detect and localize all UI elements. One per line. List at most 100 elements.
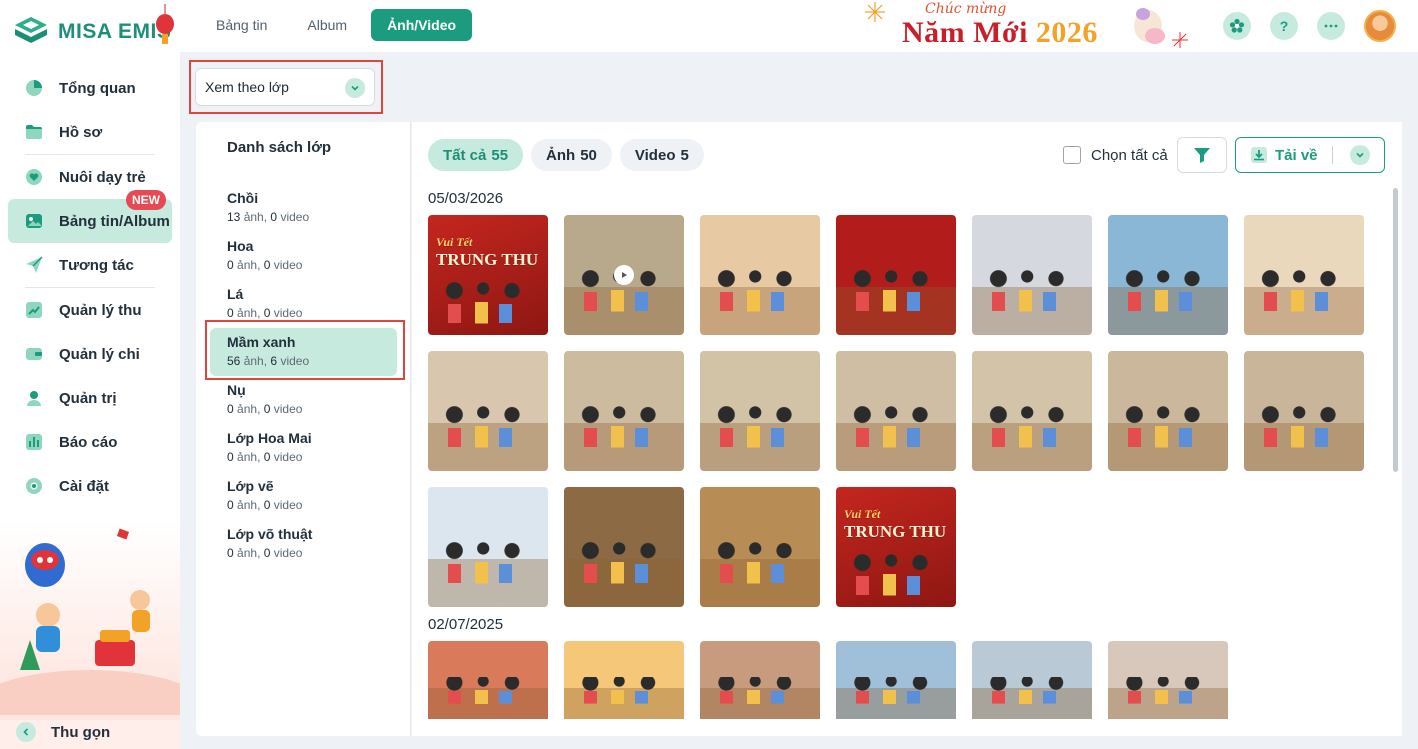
- video-count: 6: [270, 354, 278, 368]
- video-count: 0: [263, 498, 271, 512]
- chevron-down-icon: [345, 78, 365, 98]
- thumbnail-figures: [1256, 270, 1352, 314]
- photo-thumbnail[interactable]: [700, 215, 820, 335]
- photo-unit: ảnh: [237, 402, 258, 416]
- photo-thumbnail[interactable]: [1108, 215, 1228, 335]
- photo-thumbnail[interactable]: [972, 215, 1092, 335]
- video-thumbnail[interactable]: [564, 215, 684, 335]
- photo-thumbnail[interactable]: [1244, 215, 1364, 335]
- download-icon: [1251, 147, 1267, 163]
- more-icon[interactable]: [1317, 12, 1345, 40]
- video-count: 0: [263, 402, 271, 416]
- photo-unit: ảnh: [237, 258, 258, 272]
- chip-photos[interactable]: Ảnh 50: [531, 139, 612, 171]
- collapse-sidebar-button[interactable]: Thu gọn: [0, 715, 180, 749]
- download-divider: [1332, 146, 1333, 164]
- photo-thumbnail[interactable]: [700, 351, 820, 471]
- video-unit: video: [280, 210, 310, 224]
- photo-thumbnail[interactable]: [836, 215, 956, 335]
- sidebar-item-tuong-tac[interactable]: Tương tác: [8, 243, 172, 287]
- photo-thumbnail[interactable]: [428, 641, 548, 719]
- video-count: 0: [270, 210, 278, 224]
- class-list-title: Danh sách lớp: [227, 139, 332, 156]
- sidebar-item-bao-cao[interactable]: Báo cáo: [8, 420, 172, 464]
- class-list-panel: Danh sách lớp Chồi 13 ảnh, 0 video Hoa 0 ản…: [196, 122, 411, 736]
- photo-thumbnail[interactable]: [428, 351, 548, 471]
- tab-album[interactable]: Album: [291, 9, 363, 41]
- photo-thumbnail[interactable]: [564, 487, 684, 607]
- class-item[interactable]: Chồi 13 ảnh, 0 video: [210, 184, 397, 232]
- select-all-toggle[interactable]: Chọn tất cả: [1063, 146, 1168, 164]
- video-unit: video: [273, 258, 303, 272]
- class-item[interactable]: Lớp vẽ 0 ảnh, 0 video: [210, 472, 397, 520]
- photo-thumbnail[interactable]: [1244, 351, 1364, 471]
- chevron-down-icon[interactable]: [1350, 145, 1370, 165]
- sidebar-item-tong-quan[interactable]: Tổng quan: [8, 66, 172, 110]
- trend-up-icon: [24, 300, 44, 320]
- thumbnail-figures: [984, 270, 1080, 314]
- chip-videos[interactable]: Video 5: [619, 139, 704, 171]
- sidebar-item-quan-ly-thu[interactable]: Quản lý thu: [8, 288, 172, 332]
- thumbnail-figures: [1256, 406, 1352, 450]
- video-count: 0: [263, 450, 271, 464]
- gear-icon: [24, 476, 44, 496]
- photo-thumbnail[interactable]: [836, 351, 956, 471]
- photo-thumbnail[interactable]: [700, 487, 820, 607]
- sidebar-item-quan-tri[interactable]: Quản trị: [8, 376, 172, 420]
- sidebar-item-quan-ly-chi[interactable]: Quản lý chi: [8, 332, 172, 376]
- thumbnail-figures: [1120, 676, 1216, 705]
- photo-thumbnail[interactable]: [1108, 351, 1228, 471]
- photo-thumbnail[interactable]: [428, 487, 548, 607]
- view-by-select[interactable]: Xem theo lớp: [195, 68, 375, 106]
- app-logo[interactable]: MISA EMIS: [12, 14, 171, 50]
- thumbnail-figures: [712, 676, 808, 705]
- gallery-scrollbar[interactable]: [1393, 188, 1398, 472]
- photo-count: 0: [227, 402, 234, 416]
- avatar[interactable]: [1364, 10, 1396, 42]
- photo-thumbnail[interactable]: [836, 641, 956, 719]
- bar-chart-icon: [24, 432, 44, 452]
- photo-thumbnail[interactable]: Vui Tết TRUNG THU: [836, 487, 956, 607]
- admin-icon: [24, 388, 44, 408]
- filter-button[interactable]: [1177, 137, 1227, 173]
- chip-all[interactable]: Tất cả 55: [428, 139, 524, 171]
- thumbnail-figures: [848, 406, 944, 450]
- chip-label: Video: [634, 146, 676, 164]
- sidebar-item-cai-dat[interactable]: Cài đặt: [8, 464, 172, 508]
- sidebar-item-label: Quản trị: [59, 389, 117, 407]
- chip-label: Ảnh: [546, 146, 576, 164]
- photo-thumbnail[interactable]: [972, 351, 1092, 471]
- photo-thumbnail[interactable]: [700, 641, 820, 719]
- lantern-decoration: [156, 4, 174, 44]
- sidebar-item-ho-so[interactable]: Hồ sơ: [8, 110, 172, 154]
- tab-anh-video[interactable]: Ảnh/Video: [371, 9, 473, 41]
- class-media-count: 0 ảnh, 0 video: [227, 402, 303, 416]
- class-item[interactable]: Lớp Hoa Mai 0 ảnh, 0 video: [210, 424, 397, 472]
- photo-count: 13: [227, 210, 241, 224]
- video-unit: video: [273, 498, 303, 512]
- class-item[interactable]: Hoa 0 ảnh, 0 video: [210, 232, 397, 280]
- photo-thumbnail[interactable]: [1108, 641, 1228, 719]
- class-name: Lớp Hoa Mai: [227, 430, 312, 446]
- class-item[interactable]: Mầm xanh 56 ảnh, 6 video: [210, 328, 397, 376]
- select-all-checkbox[interactable]: [1063, 146, 1081, 164]
- download-button[interactable]: Tải về: [1235, 137, 1385, 173]
- class-item[interactable]: Lớp võ thuật 0 ảnh, 0 video: [210, 520, 397, 568]
- photo-count: 0: [227, 546, 234, 560]
- video-unit: video: [273, 450, 303, 464]
- class-item[interactable]: Nụ 0 ảnh, 0 video: [210, 376, 397, 424]
- flower-icon[interactable]: [1223, 12, 1251, 40]
- photo-thumbnail[interactable]: [564, 351, 684, 471]
- class-item[interactable]: Lá 0 ảnh, 0 video: [210, 280, 397, 328]
- folder-icon: [24, 122, 44, 142]
- class-media-count: 13 ảnh, 0 video: [227, 210, 310, 224]
- sidebar-item-bang-tin-album[interactable]: Bảng tin/Album NEW: [8, 190, 172, 243]
- photo-thumbnail[interactable]: [972, 641, 1092, 719]
- chip-label: Tất cả: [443, 146, 487, 164]
- thumbnail-figures: [848, 270, 944, 314]
- banner-title: Năm Mới 2026: [902, 16, 1098, 50]
- tab-bang-tin[interactable]: Bảng tin: [200, 9, 283, 41]
- photo-thumbnail[interactable]: [564, 641, 684, 719]
- photo-thumbnail[interactable]: Vui Tết TRUNG THU: [428, 215, 548, 335]
- help-icon[interactable]: ?: [1270, 12, 1298, 40]
